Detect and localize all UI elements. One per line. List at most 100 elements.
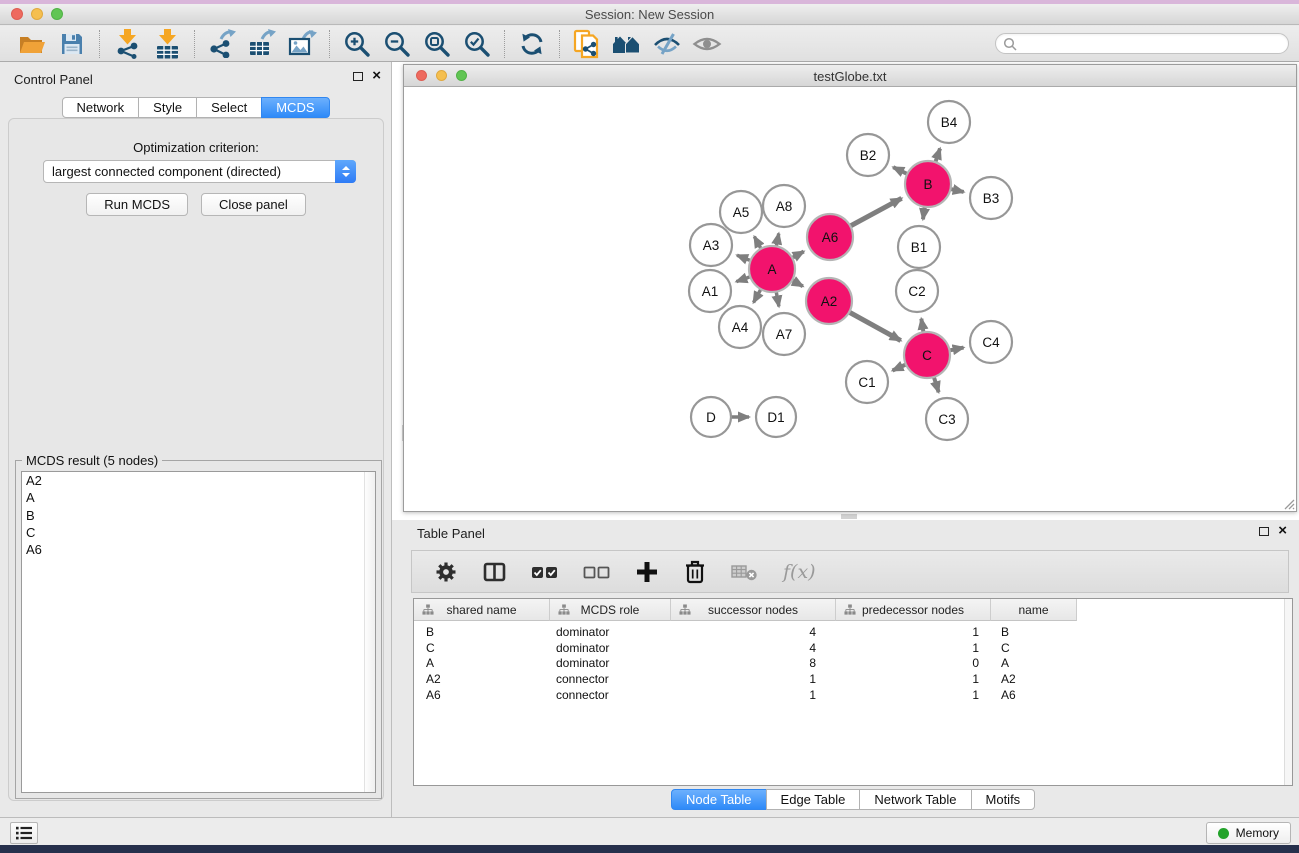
table-cell: C	[991, 641, 1077, 655]
control-panel: Control Panel × Network Style Select MCD…	[0, 62, 392, 817]
task-history-button[interactable]	[10, 822, 38, 844]
save-session-button[interactable]	[52, 28, 92, 60]
table-panel: Table Panel × f(x) shared nameMCDS roles…	[392, 520, 1299, 817]
network-view-window: testGlobe.txt B4B2BB3A5A8A6B1A3AA1C2A2A4…	[403, 64, 1297, 512]
mcds-result-list[interactable]: A2ABCA6	[21, 471, 376, 793]
graph-node-label: C2	[908, 284, 925, 299]
table-row-C[interactable]: Cdominator41C	[414, 640, 1292, 656]
column-view-icon	[483, 561, 506, 583]
column-header-shared-name[interactable]: shared name	[414, 599, 550, 621]
zoom-in-icon	[343, 30, 371, 58]
eye-icon	[692, 33, 722, 55]
import-network-button[interactable]	[107, 28, 147, 60]
table-scrollbar[interactable]	[1284, 599, 1292, 785]
table-row-A[interactable]: Adominator80A	[414, 655, 1292, 671]
save-session-icon	[60, 32, 84, 56]
close-panel-icon[interactable]: ×	[372, 71, 381, 81]
houses-icon	[612, 32, 642, 56]
zoom-out-button[interactable]	[377, 28, 417, 60]
graph-node-label: D1	[767, 410, 784, 425]
result-list-item[interactable]: A	[22, 489, 375, 506]
graph-node-label: C3	[938, 412, 955, 427]
table-cell: A2	[991, 672, 1077, 686]
optimization-criterion-select[interactable]: largest connected component (directed)	[43, 160, 356, 183]
tab-node-table[interactable]: Node Table	[671, 789, 767, 810]
main-toolbar	[0, 26, 1299, 62]
zoom-fit-button[interactable]	[417, 28, 457, 60]
column-header-successor-nodes[interactable]: successor nodes	[671, 599, 836, 621]
toolbar-separator	[329, 30, 330, 58]
open-session-button[interactable]	[12, 28, 52, 60]
column-view-button[interactable]	[483, 561, 506, 583]
delete-table-button[interactable]	[731, 563, 758, 581]
zoom-in-button[interactable]	[337, 28, 377, 60]
select-all-button[interactable]	[531, 561, 558, 583]
network-window-titlebar[interactable]: testGlobe.txt	[404, 65, 1296, 87]
deselect-all-button[interactable]	[583, 561, 610, 583]
tab-select[interactable]: Select	[196, 97, 262, 118]
result-list-item[interactable]: B	[22, 507, 375, 524]
show-hide-button[interactable]	[687, 28, 727, 60]
tab-network-table[interactable]: Network Table	[859, 789, 971, 810]
table-cell: 1	[836, 625, 991, 639]
memory-button[interactable]: Memory	[1206, 822, 1291, 844]
table-row-A6[interactable]: A6connector11A6	[414, 687, 1292, 703]
result-list-item[interactable]: A6	[22, 541, 375, 558]
table-cell: 0	[836, 656, 991, 670]
tab-network[interactable]: Network	[61, 97, 139, 118]
tab-edge-table[interactable]: Edge Table	[766, 789, 861, 810]
toggle-graphics-details-button[interactable]	[647, 28, 687, 60]
close-table-panel-icon[interactable]: ×	[1278, 526, 1287, 536]
table-settings-button[interactable]	[434, 560, 458, 584]
network-graph[interactable]: B4B2BB3A5A8A6B1A3AA1C2A2A4A7CC4C1C3DD1	[404, 87, 1296, 511]
search-box[interactable]	[995, 33, 1289, 54]
result-list-item[interactable]: C	[22, 524, 375, 541]
close-panel-button[interactable]: Close panel	[201, 193, 306, 216]
desktop-scroll-stub[interactable]	[841, 514, 857, 519]
zoom-selected-button[interactable]	[457, 28, 497, 60]
unchecked-boxes-icon	[583, 561, 610, 583]
column-type-icon	[558, 604, 570, 616]
table-row-B[interactable]: Bdominator41B	[414, 624, 1292, 640]
table-cell: A2	[414, 672, 550, 686]
new-network-from-selection-button[interactable]	[567, 28, 607, 60]
resize-grip-icon[interactable]	[1282, 497, 1295, 510]
network-canvas[interactable]: B4B2BB3A5A8A6B1A3AA1C2A2A4A7CC4C1C3DD1	[404, 87, 1296, 511]
search-icon	[1003, 37, 1017, 51]
export-table-icon	[248, 29, 276, 58]
import-table-button[interactable]	[147, 28, 187, 60]
layout-button[interactable]	[607, 28, 647, 60]
table-cell: dominator	[550, 641, 671, 655]
column-header-MCDS-role[interactable]: MCDS role	[550, 599, 671, 621]
graph-node-label: A4	[732, 320, 749, 335]
graph-node-label: C4	[982, 335, 1000, 350]
tab-mcds[interactable]: MCDS	[261, 97, 329, 118]
float-panel-icon[interactable]	[353, 72, 363, 81]
run-mcds-button[interactable]: Run MCDS	[86, 193, 188, 216]
delete-column-button[interactable]	[684, 559, 706, 584]
column-header-label: successor nodes	[708, 603, 798, 617]
select-value: largest connected component (directed)	[44, 164, 335, 179]
float-table-panel-icon[interactable]	[1259, 527, 1269, 536]
tab-motifs[interactable]: Motifs	[971, 789, 1036, 810]
eye-slash-icon	[652, 31, 682, 57]
export-image-button[interactable]	[282, 28, 322, 60]
export-image-icon	[288, 30, 317, 58]
function-builder-button[interactable]: f(x)	[783, 561, 816, 583]
column-header-predecessor-nodes[interactable]: predecessor nodes	[836, 599, 991, 621]
column-header-name[interactable]: name	[991, 599, 1077, 621]
result-list-item[interactable]: A2	[22, 472, 375, 489]
mcds-panel: Optimization criterion: largest connecte…	[8, 118, 384, 801]
refresh-button[interactable]	[512, 28, 552, 60]
add-column-button[interactable]	[635, 560, 659, 584]
tab-style[interactable]: Style	[138, 97, 197, 118]
export-table-button[interactable]	[242, 28, 282, 60]
table-cell: connector	[550, 672, 671, 686]
table-cell: C	[414, 641, 550, 655]
result-scrollbar[interactable]	[364, 472, 375, 792]
graph-node-label: A5	[733, 205, 750, 220]
table-row-A2[interactable]: A2connector11A2	[414, 671, 1292, 687]
table-cell: 4	[671, 625, 836, 639]
search-input[interactable]	[1017, 36, 1288, 51]
export-network-button[interactable]	[202, 28, 242, 60]
